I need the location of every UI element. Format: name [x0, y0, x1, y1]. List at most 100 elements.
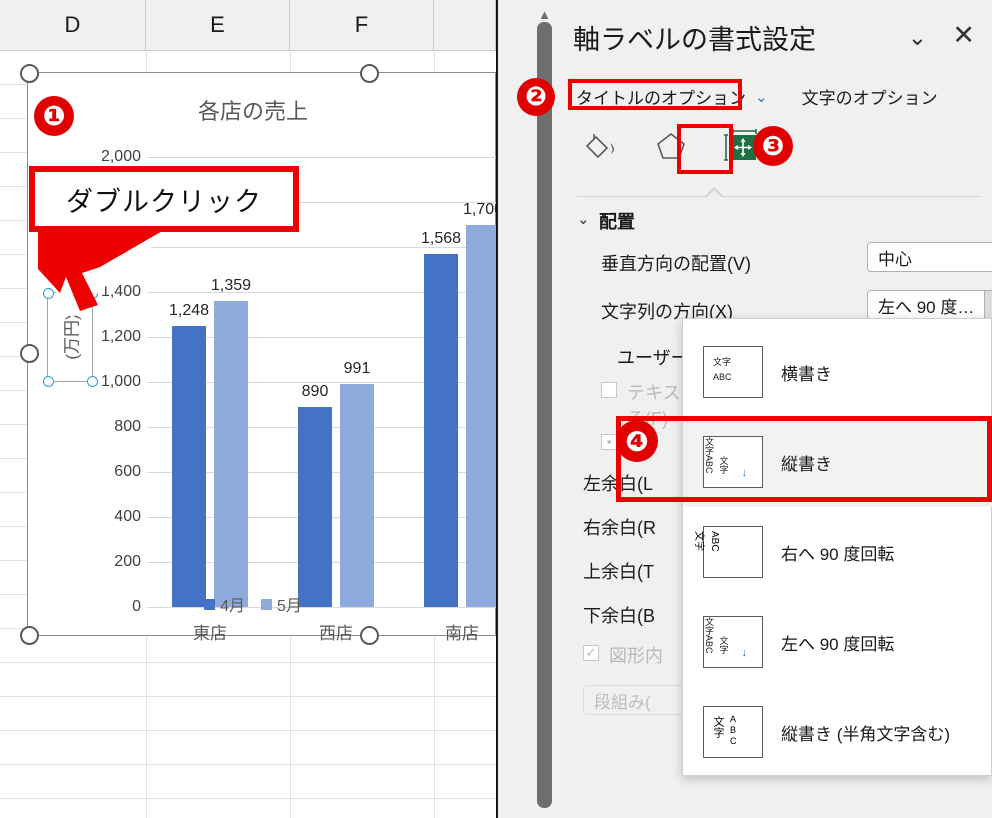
step-badge-2-label: ❷ — [525, 82, 547, 112]
column-header-e-label: E — [210, 12, 225, 38]
callout-text: ダブルクリック — [66, 180, 262, 219]
resize-shape-label: 図形内 — [609, 642, 663, 668]
dropdown-item-vertical-halfwidth[interactable]: 文字 ABC 縦書き (半角文字含む) — [683, 687, 992, 777]
row-grid-line — [0, 730, 496, 731]
chart-bar[interactable] — [340, 384, 374, 607]
scroll-up-icon[interactable]: ▲ — [537, 8, 552, 22]
tab-text-options[interactable]: 文字のオプション — [802, 84, 938, 109]
chart-bar[interactable] — [214, 301, 248, 607]
dropdown-item-vertical-halfwidth-label: 縦書き (半角文字含む) — [781, 720, 950, 745]
legend-label-1: 5月 — [277, 592, 302, 616]
dropdown-item-rotate-right-label: 右へ 90 度回転 — [781, 540, 894, 565]
autofit-checkbox[interactable] — [601, 382, 617, 398]
vertical-alignment-combo[interactable]: 中心 ⌄ — [867, 242, 992, 272]
step-badge-2: ❷ — [517, 78, 555, 116]
row-grid-line — [0, 696, 496, 697]
chart-data-label: 890 — [302, 383, 329, 401]
y-axis-tick-label: 800 — [61, 418, 141, 436]
chart-data-label: 1,568 — [421, 230, 461, 248]
text-direction-combo[interactable]: 左へ 90 度… ⌄ — [867, 290, 992, 320]
wrap-text-checkbox[interactable]: ▪ — [601, 434, 617, 450]
vertical-halfwidth-text-icon: 文字 ABC — [703, 706, 763, 758]
chevron-down-icon[interactable]: ⌄ — [908, 24, 927, 51]
step-badge-3-label: ❸ — [762, 131, 785, 162]
chart-bar[interactable] — [424, 254, 458, 607]
legend-swatch-1 — [261, 599, 272, 610]
dropdown-item-horizontal[interactable]: 文字 ABC 横書き — [683, 327, 992, 417]
resize-shape-checkbox[interactable]: ✓ — [583, 645, 599, 661]
x-axis-category-label: 東店 — [193, 619, 227, 644]
highlight-box-2 — [568, 79, 742, 110]
columns-button-label: 段組み( — [594, 688, 651, 713]
chart-handle-bottom-left[interactable] — [20, 626, 39, 645]
y-axis-tick-label: 400 — [61, 508, 141, 526]
worksheet-scrollbar-thumb[interactable] — [537, 22, 552, 808]
top-margin-label: 上余白(T — [583, 558, 654, 584]
step-badge-1-label: ❶ — [43, 101, 66, 132]
column-header-f[interactable]: F — [290, 0, 434, 50]
pane-title: 軸ラベルの書式設定 — [573, 18, 816, 57]
chart-bar[interactable] — [466, 225, 496, 608]
chart-bar[interactable] — [172, 326, 206, 607]
tab-chevron-down-icon[interactable]: ⌄ — [755, 88, 768, 106]
chart-handle-top-left[interactable] — [20, 64, 39, 83]
resize-handle-bl[interactable] — [43, 376, 54, 387]
dropdown-item-rotate-left[interactable]: 文字ABC 文字 ↓ 左へ 90 度回転 — [683, 597, 992, 687]
chart-handle-middle-left[interactable] — [20, 344, 39, 363]
horizontal-text-icon: 文字 ABC — [703, 346, 763, 398]
resize-handle-br[interactable] — [87, 376, 98, 387]
column-header-g[interactable] — [434, 0, 496, 50]
step-badge-4: ❹ — [616, 420, 658, 462]
text-direction-dropdown[interactable]: 文字 ABC 横書き 文字ABC 文字 ↓ 縦書き 文字 ABC 右へ 90 度… — [682, 318, 992, 776]
section-caret-inner — [707, 190, 721, 197]
column-header-f-label: F — [355, 12, 368, 38]
bottom-margin-label: 下余白(B — [583, 602, 655, 628]
autofit-label: テキス — [627, 379, 680, 405]
dropdown-item-vertical[interactable]: 文字ABC 文字 ↓ 縦書き — [683, 417, 992, 507]
step-badge-4-label: ❹ — [625, 425, 649, 458]
chevron-down-icon[interactable]: ⌄ — [984, 291, 992, 319]
callout-box: ダブルクリック — [29, 166, 299, 232]
pane-icon-bar — [579, 126, 763, 166]
chart-gridline — [147, 157, 496, 158]
rotate-right-text-icon: 文字 ABC — [703, 526, 763, 578]
dropdown-item-horizontal-label: 横書き — [781, 360, 832, 385]
custom-angle-label: ユーザー — [617, 344, 689, 370]
highlight-box-3 — [677, 124, 733, 174]
vertical-alignment-label: 垂直方向の配置(V) — [601, 250, 751, 276]
dropdown-item-rotate-right[interactable]: 文字 ABC 右へ 90 度回転 — [683, 507, 992, 597]
row-grid-line — [0, 662, 496, 663]
chart-bar[interactable] — [298, 407, 332, 607]
chart-handle-top-center[interactable] — [360, 64, 379, 83]
vertical-text-icon: 文字ABC 文字 ↓ — [703, 436, 763, 488]
chart-legend[interactable]: 4月 5月 — [27, 592, 479, 616]
dropdown-item-rotate-left-label: 左へ 90 度回転 — [781, 630, 894, 655]
chart-title: 各店の売上 — [27, 94, 479, 126]
group-chevron-icon[interactable]: ⌄ — [577, 210, 590, 228]
y-axis-tick-label: 600 — [61, 463, 141, 481]
legend-label-0: 4月 — [220, 592, 245, 616]
column-header-e[interactable]: E — [146, 0, 290, 50]
x-axis-category-label: 南店 — [445, 619, 479, 644]
group-header[interactable]: 配置 — [599, 208, 635, 234]
spreadsheet-area[interactable]: D E F 各店の売上 02004006008001,0001,2001,400… — [0, 0, 496, 818]
chart[interactable]: 各店の売上 02004006008001,0001,2001,4001,6001… — [27, 72, 496, 636]
column-header-d-label: D — [65, 12, 81, 38]
legend-swatch-0 — [204, 599, 215, 610]
close-icon[interactable]: ✕ — [952, 20, 975, 51]
rotate-left-text-icon: 文字ABC 文字 ↓ — [703, 616, 763, 668]
dropdown-item-vertical-label: 縦書き — [781, 450, 832, 475]
column-header-d[interactable]: D — [0, 0, 146, 50]
chart-data-label: 991 — [344, 360, 371, 378]
left-margin-label: 左余白(L — [583, 470, 653, 496]
section-divider — [577, 196, 981, 197]
x-axis-category-label: 西店 — [319, 619, 353, 644]
step-badge-1: ❶ — [34, 96, 74, 136]
column-header-row: D E F — [0, 0, 496, 51]
chart-handle-bottom-center[interactable] — [360, 626, 379, 645]
fill-icon[interactable] — [579, 126, 623, 166]
chart-data-label: 1,700 — [463, 201, 496, 219]
row-grid-line — [0, 798, 496, 799]
text-direction-value: 左へ 90 度… — [878, 293, 984, 318]
legend-item-0: 4月 — [204, 592, 245, 616]
